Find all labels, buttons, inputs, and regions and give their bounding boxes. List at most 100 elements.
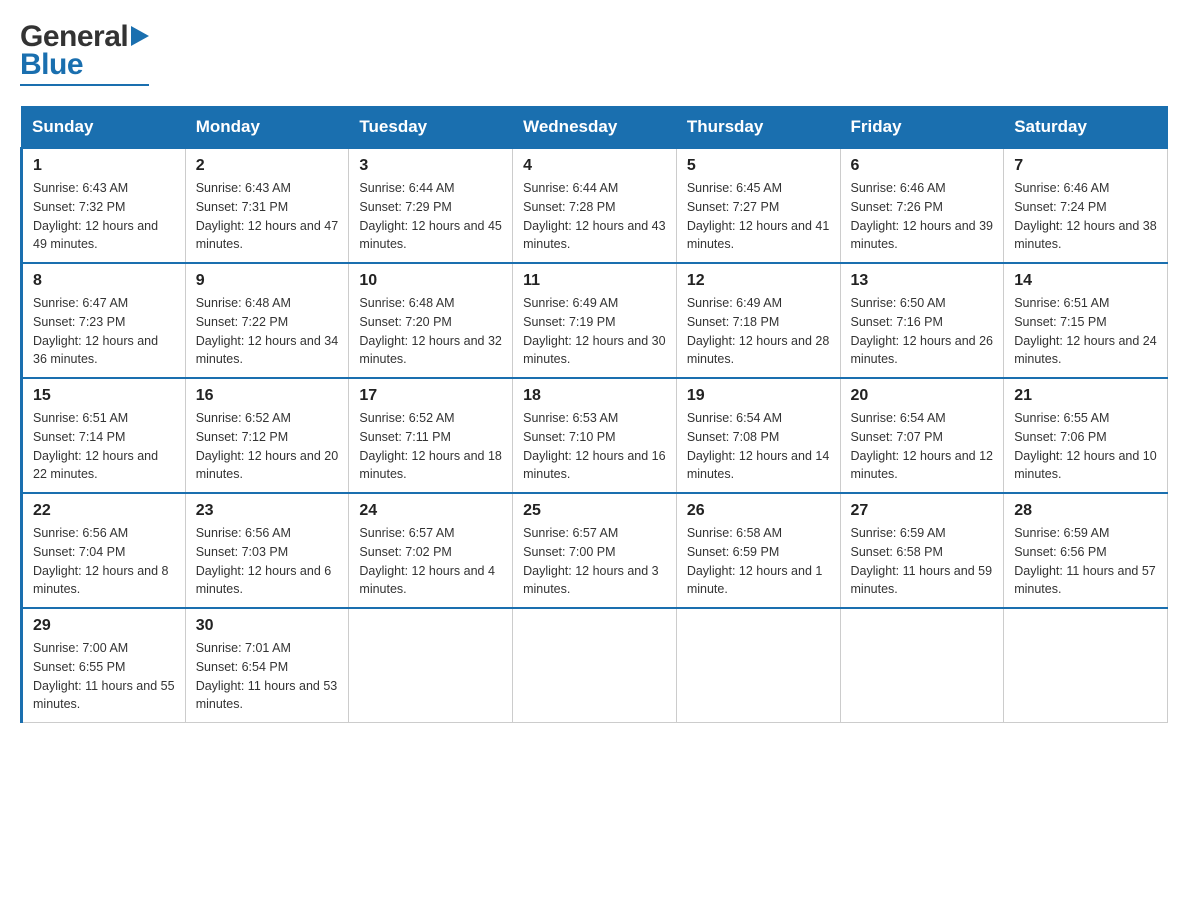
- day-info: Sunrise: 6:57 AMSunset: 7:02 PMDaylight:…: [359, 524, 502, 599]
- logo: General Blue: [20, 20, 149, 86]
- calendar-cell: 15 Sunrise: 6:51 AMSunset: 7:14 PMDayligh…: [22, 378, 186, 493]
- day-number: 22: [33, 502, 175, 520]
- day-info: Sunrise: 6:59 AMSunset: 6:58 PMDaylight:…: [851, 524, 994, 599]
- day-number: 17: [359, 387, 502, 405]
- day-info: Sunrise: 6:45 AMSunset: 7:27 PMDaylight:…: [687, 179, 830, 254]
- calendar-week-row: 8 Sunrise: 6:47 AMSunset: 7:23 PMDaylight…: [22, 263, 1168, 378]
- calendar-cell: [676, 608, 840, 723]
- day-info: Sunrise: 6:58 AMSunset: 6:59 PMDaylight:…: [687, 524, 830, 599]
- day-info: Sunrise: 6:56 AMSunset: 7:03 PMDaylight:…: [196, 524, 339, 599]
- day-info: Sunrise: 6:52 AMSunset: 7:11 PMDaylight:…: [359, 409, 502, 484]
- day-info: Sunrise: 6:46 AMSunset: 7:26 PMDaylight:…: [851, 179, 994, 254]
- calendar-cell: 25Sunrise: 6:57 AMSunset: 7:00 PMDayligh…: [513, 493, 677, 608]
- weekday-header-sunday: Sunday: [22, 107, 186, 149]
- day-number: 20: [851, 387, 994, 405]
- day-number: 16: [196, 387, 339, 405]
- calendar-cell: 11 Sunrise: 6:49 AMSunset: 7:19 PMDayligh…: [513, 263, 677, 378]
- day-info: Sunrise: 6:48 AMSunset: 7:22 PMDaylight:…: [196, 294, 339, 369]
- day-info: Sunrise: 6:50 AMSunset: 7:16 PMDaylight:…: [851, 294, 994, 369]
- day-number: 30: [196, 617, 339, 635]
- calendar-cell: 9 Sunrise: 6:48 AMSunset: 7:22 PMDaylight…: [185, 263, 349, 378]
- day-info: Sunrise: 6:46 AMSunset: 7:24 PMDaylight:…: [1014, 179, 1157, 254]
- calendar-cell: [1004, 608, 1168, 723]
- calendar-cell: 18 Sunrise: 6:53 AMSunset: 7:10 PMDayligh…: [513, 378, 677, 493]
- day-number: 19: [687, 387, 830, 405]
- calendar-cell: 10 Sunrise: 6:48 AMSunset: 7:20 PMDayligh…: [349, 263, 513, 378]
- calendar-cell: 30 Sunrise: 7:01 AMSunset: 6:54 PMDayligh…: [185, 608, 349, 723]
- page-header: General Blue: [20, 20, 1168, 86]
- weekday-header-wednesday: Wednesday: [513, 107, 677, 149]
- calendar-cell: [349, 608, 513, 723]
- day-number: 9: [196, 272, 339, 290]
- calendar-cell: 28Sunrise: 6:59 AMSunset: 6:56 PMDayligh…: [1004, 493, 1168, 608]
- day-number: 18: [523, 387, 666, 405]
- calendar-cell: 16Sunrise: 6:52 AMSunset: 7:12 PMDayligh…: [185, 378, 349, 493]
- calendar-week-row: 29 Sunrise: 7:00 AMSunset: 6:55 PMDayligh…: [22, 608, 1168, 723]
- day-number: 1: [33, 157, 175, 175]
- calendar-cell: 24Sunrise: 6:57 AMSunset: 7:02 PMDayligh…: [349, 493, 513, 608]
- calendar-cell: [840, 608, 1004, 723]
- calendar-cell: 19 Sunrise: 6:54 AMSunset: 7:08 PMDayligh…: [676, 378, 840, 493]
- calendar-cell: 17 Sunrise: 6:52 AMSunset: 7:11 PMDayligh…: [349, 378, 513, 493]
- calendar-table: SundayMondayTuesdayWednesdayThursdayFrid…: [20, 106, 1168, 723]
- day-info: Sunrise: 6:47 AMSunset: 7:23 PMDaylight:…: [33, 294, 175, 369]
- weekday-header-friday: Friday: [840, 107, 1004, 149]
- day-info: Sunrise: 6:43 AMSunset: 7:32 PMDaylight:…: [33, 179, 175, 254]
- day-info: Sunrise: 6:48 AMSunset: 7:20 PMDaylight:…: [359, 294, 502, 369]
- weekday-header-saturday: Saturday: [1004, 107, 1168, 149]
- day-number: 13: [851, 272, 994, 290]
- logo-arrow-icon: [131, 26, 149, 46]
- day-number: 27: [851, 502, 994, 520]
- day-info: Sunrise: 6:51 AMSunset: 7:14 PMDaylight:…: [33, 409, 175, 484]
- day-info: Sunrise: 7:00 AMSunset: 6:55 PMDaylight:…: [33, 639, 175, 714]
- day-number: 11: [523, 272, 666, 290]
- day-number: 8: [33, 272, 175, 290]
- day-number: 4: [523, 157, 666, 175]
- day-number: 29: [33, 617, 175, 635]
- calendar-cell: 5 Sunrise: 6:45 AMSunset: 7:27 PMDaylight…: [676, 148, 840, 263]
- day-info: Sunrise: 6:49 AMSunset: 7:19 PMDaylight:…: [523, 294, 666, 369]
- calendar-cell: 8 Sunrise: 6:47 AMSunset: 7:23 PMDaylight…: [22, 263, 186, 378]
- day-number: 14: [1014, 272, 1157, 290]
- day-number: 5: [687, 157, 830, 175]
- calendar-cell: 26 Sunrise: 6:58 AMSunset: 6:59 PMDayligh…: [676, 493, 840, 608]
- calendar-cell: [513, 608, 677, 723]
- day-number: 12: [687, 272, 830, 290]
- day-number: 10: [359, 272, 502, 290]
- day-number: 15: [33, 387, 175, 405]
- day-number: 28: [1014, 502, 1157, 520]
- day-number: 3: [359, 157, 502, 175]
- calendar-cell: 7 Sunrise: 6:46 AMSunset: 7:24 PMDaylight…: [1004, 148, 1168, 263]
- calendar-cell: 3 Sunrise: 6:44 AMSunset: 7:29 PMDaylight…: [349, 148, 513, 263]
- calendar-week-row: 15 Sunrise: 6:51 AMSunset: 7:14 PMDayligh…: [22, 378, 1168, 493]
- calendar-cell: 23 Sunrise: 6:56 AMSunset: 7:03 PMDayligh…: [185, 493, 349, 608]
- day-info: Sunrise: 6:49 AMSunset: 7:18 PMDaylight:…: [687, 294, 830, 369]
- weekday-header-thursday: Thursday: [676, 107, 840, 149]
- calendar-cell: 14 Sunrise: 6:51 AMSunset: 7:15 PMDayligh…: [1004, 263, 1168, 378]
- calendar-week-row: 1 Sunrise: 6:43 AMSunset: 7:32 PMDaylight…: [22, 148, 1168, 263]
- weekday-header-row: SundayMondayTuesdayWednesdayThursdayFrid…: [22, 107, 1168, 149]
- calendar-cell: 22 Sunrise: 6:56 AMSunset: 7:04 PMDayligh…: [22, 493, 186, 608]
- day-number: 23: [196, 502, 339, 520]
- weekday-header-tuesday: Tuesday: [349, 107, 513, 149]
- calendar-cell: 20 Sunrise: 6:54 AMSunset: 7:07 PMDayligh…: [840, 378, 1004, 493]
- calendar-cell: 4Sunrise: 6:44 AMSunset: 7:28 PMDaylight…: [513, 148, 677, 263]
- logo-underline: [20, 84, 149, 86]
- day-info: Sunrise: 6:51 AMSunset: 7:15 PMDaylight:…: [1014, 294, 1157, 369]
- day-info: Sunrise: 6:55 AMSunset: 7:06 PMDaylight:…: [1014, 409, 1157, 484]
- calendar-cell: 12 Sunrise: 6:49 AMSunset: 7:18 PMDayligh…: [676, 263, 840, 378]
- day-info: Sunrise: 6:54 AMSunset: 7:08 PMDaylight:…: [687, 409, 830, 484]
- day-info: Sunrise: 6:54 AMSunset: 7:07 PMDaylight:…: [851, 409, 994, 484]
- calendar-cell: 21Sunrise: 6:55 AMSunset: 7:06 PMDayligh…: [1004, 378, 1168, 493]
- calendar-cell: 27 Sunrise: 6:59 AMSunset: 6:58 PMDayligh…: [840, 493, 1004, 608]
- calendar-cell: 6 Sunrise: 6:46 AMSunset: 7:26 PMDaylight…: [840, 148, 1004, 263]
- day-info: Sunrise: 6:56 AMSunset: 7:04 PMDaylight:…: [33, 524, 175, 599]
- day-info: Sunrise: 6:53 AMSunset: 7:10 PMDaylight:…: [523, 409, 666, 484]
- day-info: Sunrise: 6:57 AMSunset: 7:00 PMDaylight:…: [523, 524, 666, 599]
- day-number: 6: [851, 157, 994, 175]
- day-info: Sunrise: 6:44 AMSunset: 7:29 PMDaylight:…: [359, 179, 502, 254]
- day-number: 7: [1014, 157, 1157, 175]
- calendar-cell: 13 Sunrise: 6:50 AMSunset: 7:16 PMDayligh…: [840, 263, 1004, 378]
- day-number: 26: [687, 502, 830, 520]
- day-info: Sunrise: 7:01 AMSunset: 6:54 PMDaylight:…: [196, 639, 339, 714]
